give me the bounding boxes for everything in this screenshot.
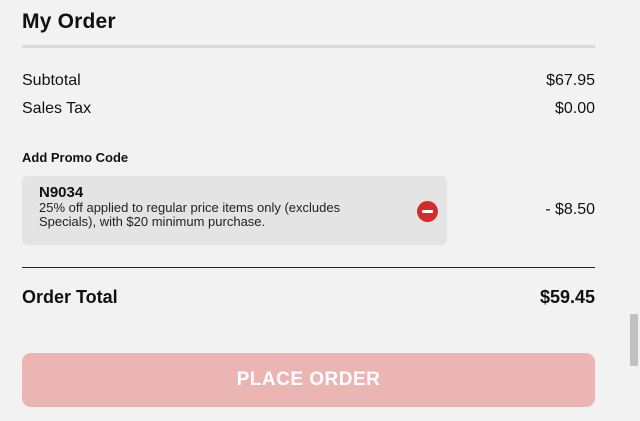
promo-code-heading: Add Promo Code bbox=[22, 150, 129, 165]
subtotal-row: Subtotal $67.95 bbox=[22, 72, 595, 90]
order-total-value: $59.45 bbox=[539, 287, 595, 307]
promo-description: 25% off applied to regular price items o… bbox=[39, 200, 341, 229]
title-divider bbox=[22, 45, 595, 48]
order-total-row: Order Total $59.45 bbox=[22, 287, 595, 308]
place-order-button[interactable]: PLACE ORDER bbox=[22, 353, 595, 407]
sales-tax-value: $0.00 bbox=[554, 100, 595, 117]
minus-circle-icon[interactable] bbox=[417, 201, 438, 222]
subtotal-label: Subtotal bbox=[22, 72, 81, 89]
subtotal-value: $67.95 bbox=[546, 72, 595, 89]
sales-tax-row: Sales Tax $0.00 bbox=[22, 100, 595, 118]
promo-discount-value: - $8.50 bbox=[545, 201, 595, 218]
scrollbar[interactable] bbox=[628, 0, 640, 421]
promo-code: N9034 bbox=[39, 184, 84, 201]
order-title: My Order bbox=[22, 10, 116, 33]
order-total-label: Order Total bbox=[22, 287, 118, 307]
scrollbar-thumb[interactable] bbox=[630, 314, 638, 366]
applied-promo-card: N9034 25% off applied to regular price i… bbox=[22, 176, 447, 245]
total-divider bbox=[22, 267, 595, 268]
sales-tax-label: Sales Tax bbox=[22, 100, 92, 117]
